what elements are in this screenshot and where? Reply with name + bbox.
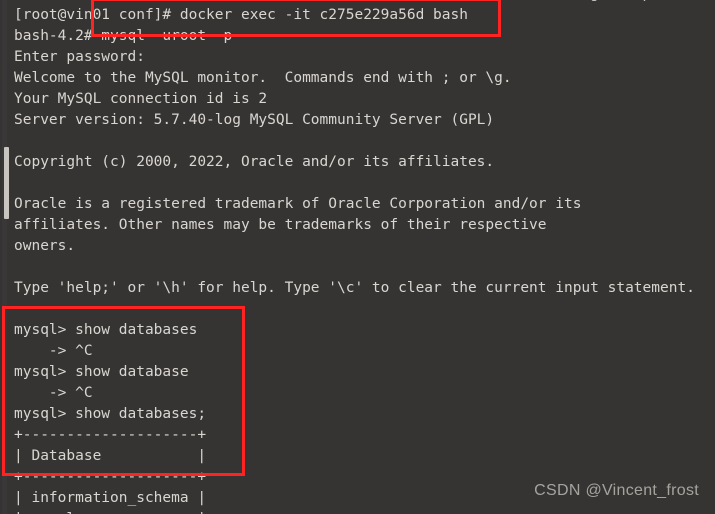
terminal-line-copyright: Copyright (c) 2000, 2022, Oracle and/or … — [14, 154, 495, 170]
terminal-line-help-hint: Type 'help;' or '\h' for help. Type '\c'… — [14, 280, 695, 296]
terminal-line-continuation-ctrlc-1: -> ^C — [14, 343, 93, 359]
terminal-line-prompt-show-databases-semicolon: mysql> show databases; — [14, 406, 207, 422]
terminal-line-docker-ps-clipped: c275e229a56d mysql:5.7 "docker-entrypoin… — [14, 0, 715, 5]
terminal-line-prompt-show-databases: mysql> show databases — [14, 322, 198, 338]
terminal-line-prompt-show-database: mysql> show database — [14, 364, 189, 380]
terminal-line-table-row-mysql: | mysql | — [14, 509, 715, 514]
terminal-window[interactable]: c275e229a56d mysql:5.7 "docker-entrypoin… — [0, 0, 715, 514]
vertical-scrollbar-track[interactable] — [2, 0, 9, 514]
terminal-line-trademark-1: Oracle is a registered trademark of Orac… — [14, 196, 582, 212]
terminal-line-docker-exec-command: [root@vin01 conf]# docker exec -it c275e… — [14, 7, 468, 23]
terminal-line-welcome: Welcome to the MySQL monitor. Commands e… — [14, 70, 512, 86]
terminal-line-connection-id: Your MySQL connection id is 2 — [14, 91, 268, 107]
terminal-line-server-version: Server version: 5.7.40-log MySQL Communi… — [14, 112, 495, 128]
terminal-line-mysql-login-command: bash-4.2# mysql -uroot -p — [14, 28, 233, 44]
terminal-output-area[interactable]: c275e229a56d mysql:5.7 "docker-entrypoin… — [14, 0, 715, 514]
terminal-line-continuation-ctrlc-2: -> ^C — [14, 385, 93, 401]
terminal-line-table-border-top: +--------------------+ — [14, 427, 207, 443]
terminal-line-enter-password: Enter password: — [14, 49, 145, 65]
vertical-scrollbar-thumb[interactable] — [4, 147, 9, 219]
terminal-line-trademark-3: owners. — [14, 238, 76, 254]
terminal-line-table-header-database: | Database | — [14, 448, 207, 464]
watermark-text: CSDN @Vincent_frost — [534, 482, 699, 499]
terminal-line-trademark-2: affiliates. Other names may be trademark… — [14, 217, 547, 233]
